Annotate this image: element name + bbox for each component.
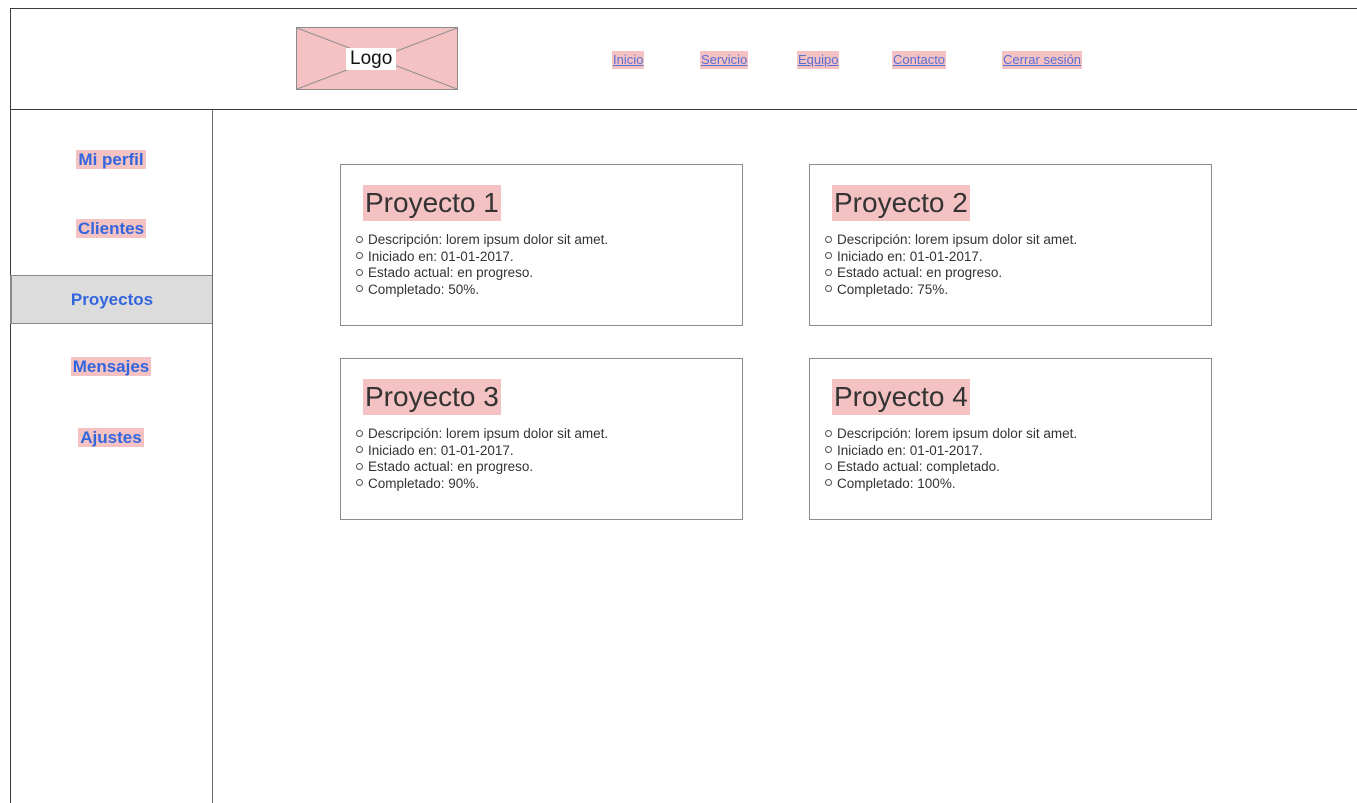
list-item: Descripción: lorem ipsum dolor sit amet. — [825, 426, 1077, 443]
list-item: Completado: 100%. — [825, 476, 1077, 493]
list-item: Estado actual: completado. — [825, 459, 1077, 476]
sidebar-item-clientes[interactable]: Clientes — [10, 219, 212, 239]
sidebar-item-mensajes[interactable]: Mensajes — [10, 357, 212, 377]
sidebar-item-label: Ajustes — [78, 428, 144, 447]
nav-link-inicio[interactable]: Inicio — [612, 51, 645, 69]
sidebar-item-label: Mensajes — [70, 357, 152, 376]
sidebar-item-proyectos[interactable]: Proyectos — [10, 275, 212, 324]
list-item: Estado actual: en progreso. — [825, 265, 1077, 282]
list-item: Completado: 75%. — [825, 282, 1077, 299]
bullet-icon — [825, 268, 832, 276]
bullet-icon — [825, 446, 832, 454]
bullet-icon — [825, 479, 832, 487]
sidebar-item-label: Proyectos — [70, 290, 154, 309]
list-item: Iniciado en: 01-01-2017. — [356, 249, 608, 266]
project-card[interactable]: Proyecto 2 Descripción: lorem ipsum dolo… — [809, 164, 1212, 326]
bullet-icon — [825, 252, 832, 260]
sidebar-item-label: Clientes — [75, 219, 147, 238]
list-item: Completado: 50%. — [356, 282, 608, 299]
project-title: Proyecto 2 — [832, 185, 970, 221]
nav-link-equipo[interactable]: Equipo — [797, 51, 840, 69]
project-title: Proyecto 4 — [832, 379, 970, 415]
project-card[interactable]: Proyecto 4 Descripción: lorem ipsum dolo… — [809, 358, 1212, 520]
list-item: Iniciado en: 01-01-2017. — [825, 443, 1077, 460]
bullet-icon — [356, 252, 363, 260]
list-item: Completado: 90%. — [356, 476, 608, 493]
project-title: Proyecto 3 — [363, 379, 501, 415]
project-details: Descripción: lorem ipsum dolor sit amet.… — [825, 426, 1077, 492]
list-item: Descripción: lorem ipsum dolor sit amet. — [356, 232, 608, 249]
project-details: Descripción: lorem ipsum dolor sit amet.… — [356, 232, 608, 298]
list-item: Estado actual: en progreso. — [356, 265, 608, 282]
project-title: Proyecto 1 — [363, 185, 501, 221]
list-item: Descripción: lorem ipsum dolor sit amet. — [356, 426, 608, 443]
list-item: Iniciado en: 01-01-2017. — [356, 443, 608, 460]
sidebar: Mi perfil Clientes Proyectos Mensajes Aj… — [10, 110, 213, 803]
project-card[interactable]: Proyecto 1 Descripción: lorem ipsum dolo… — [340, 164, 743, 326]
header — [10, 8, 1357, 110]
list-item: Iniciado en: 01-01-2017. — [825, 249, 1077, 266]
bullet-icon — [356, 479, 363, 487]
bullet-icon — [356, 268, 363, 276]
nav-link-cerrar-sesion[interactable]: Cerrar sesión — [1002, 51, 1083, 69]
logo-placeholder[interactable]: Logo — [296, 27, 458, 90]
sidebar-item-mi-perfil[interactable]: Mi perfil — [10, 150, 212, 170]
nav-link-servicio[interactable]: Servicio — [700, 51, 749, 69]
bullet-icon — [356, 429, 363, 437]
bullet-icon — [825, 462, 832, 470]
project-details: Descripción: lorem ipsum dolor sit amet.… — [356, 426, 608, 492]
list-item: Descripción: lorem ipsum dolor sit amet. — [825, 232, 1077, 249]
list-item: Estado actual: en progreso. — [356, 459, 608, 476]
project-card[interactable]: Proyecto 3 Descripción: lorem ipsum dolo… — [340, 358, 743, 520]
bullet-icon — [356, 235, 363, 243]
bullet-icon — [356, 285, 363, 293]
sidebar-item-ajustes[interactable]: Ajustes — [10, 428, 212, 448]
bullet-icon — [356, 446, 363, 454]
project-details: Descripción: lorem ipsum dolor sit amet.… — [825, 232, 1077, 298]
sidebar-item-label: Mi perfil — [76, 150, 146, 169]
bullet-icon — [825, 235, 832, 243]
bullet-icon — [825, 285, 832, 293]
bullet-icon — [356, 462, 363, 470]
bullet-icon — [825, 429, 832, 437]
nav-link-contacto[interactable]: Contacto — [892, 51, 947, 69]
logo-label: Logo — [346, 48, 397, 70]
